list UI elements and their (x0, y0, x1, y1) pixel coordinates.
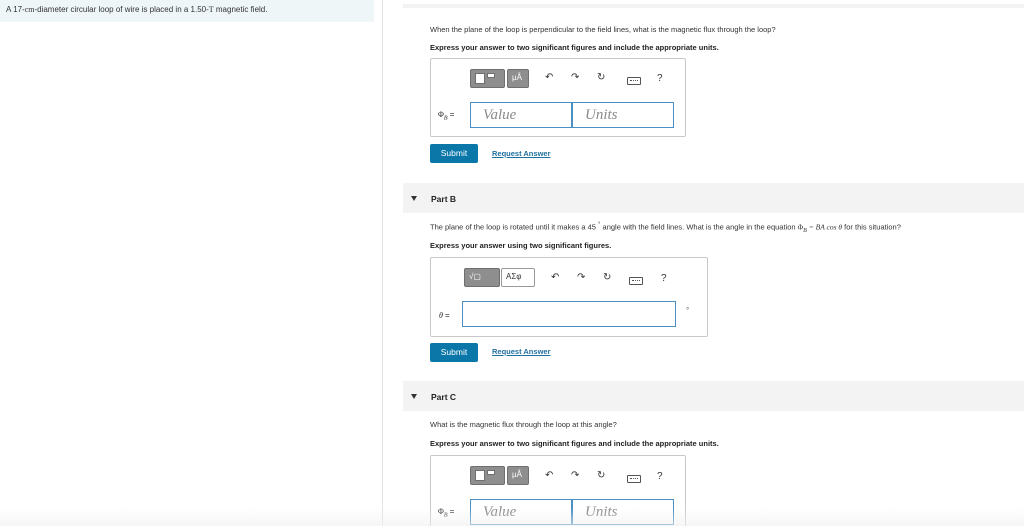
part-a-answer-box: µÅ ↶ ↷ ↻ ? ΦB = Value Units (430, 58, 686, 137)
part-a-request-answer-link[interactable]: Request Answer (492, 149, 551, 158)
templates-button[interactable] (470, 466, 505, 485)
part-c-title: Part C (431, 392, 457, 402)
undo-icon[interactable]: ↶ (545, 470, 553, 481)
part-c-caret-icon[interactable] (411, 394, 417, 399)
sqrt-icon: √▢ (469, 272, 481, 281)
keyboard-icon[interactable] (627, 475, 641, 483)
part-b-symbol: θ = (439, 311, 450, 320)
part-a-value-input[interactable]: Value (470, 102, 572, 128)
problem-panel: A 17-cm-diameter circular loop of wire i… (0, 0, 374, 22)
help-icon[interactable]: ? (661, 273, 667, 284)
part-b-answer-box: √▢ ΑΣφ ↶ ↷ ↻ ? θ = ° (430, 257, 708, 337)
mu-icon: µÅ (512, 470, 522, 479)
part-a-question: When the plane of the loop is perpendicu… (430, 25, 776, 34)
problem-text-middle: -diameter circular loop of wire is place… (34, 5, 209, 14)
part-b-header[interactable] (403, 183, 1024, 213)
help-icon[interactable]: ? (657, 73, 663, 84)
units-symbol-button[interactable]: µÅ (507, 69, 529, 88)
template-small-icon (487, 73, 495, 78)
problem-statement: A 17-cm-diameter circular loop of wire i… (6, 5, 267, 14)
part-b-title: Part B (431, 194, 457, 204)
sqrt-template-button[interactable]: √▢ (464, 268, 500, 287)
template-icon (475, 470, 485, 481)
part-b-caret-icon[interactable] (411, 196, 417, 201)
mu-icon: µÅ (512, 73, 522, 82)
part-a-instruction: Express your answer to two significant f… (430, 43, 719, 52)
redo-icon[interactable]: ↷ (571, 72, 579, 83)
reset-icon[interactable]: ↻ (597, 72, 605, 83)
keyboard-icon[interactable] (629, 277, 643, 285)
reset-icon[interactable]: ↻ (597, 470, 605, 481)
part-b-submit-button[interactable]: Submit (430, 343, 478, 362)
part-b-degree-unit: ° (686, 306, 690, 315)
part-b-request-answer-link[interactable]: Request Answer (492, 347, 551, 356)
part-c-symbol: ΦB = (438, 507, 455, 519)
redo-icon[interactable]: ↷ (571, 470, 579, 481)
part-a-units-input[interactable]: Units (572, 102, 674, 128)
part-c-question: What is the magnetic flux through the lo… (430, 420, 617, 429)
part-a-symbol: ΦB = (438, 110, 455, 122)
greek-icon: ΑΣφ (506, 272, 522, 281)
part-a-header-band (403, 4, 1024, 8)
templates-button[interactable] (470, 69, 505, 88)
part-c-header[interactable] (403, 381, 1024, 411)
part-b-angle-input[interactable] (462, 301, 676, 327)
part-c-value-input[interactable]: Value (470, 499, 572, 525)
problem-text-after: magnetic field. (213, 5, 268, 14)
part-a-submit-button[interactable]: Submit (430, 144, 478, 163)
part-c-units-input[interactable]: Units (572, 499, 674, 525)
template-small-icon (487, 470, 495, 475)
template-icon (475, 73, 485, 84)
undo-icon[interactable]: ↶ (545, 72, 553, 83)
part-b-question: The plane of the loop is rotated until i… (430, 222, 901, 234)
redo-icon[interactable]: ↷ (577, 272, 585, 283)
greek-symbols-button[interactable]: ΑΣφ (501, 268, 535, 287)
problem-unit-cm: cm (24, 5, 35, 14)
help-icon[interactable]: ? (657, 471, 663, 482)
units-symbol-button[interactable]: µÅ (507, 466, 529, 485)
part-c-instruction: Express your answer to two significant f… (430, 439, 719, 448)
undo-icon[interactable]: ↶ (551, 272, 559, 283)
part-b-instruction: Express your answer using two significan… (430, 241, 612, 250)
keyboard-icon[interactable] (627, 77, 641, 85)
reset-icon[interactable]: ↻ (603, 272, 611, 283)
panel-divider (382, 0, 383, 526)
problem-text-before: A 17- (6, 5, 25, 14)
part-c-answer-box: µÅ ↶ ↷ ↻ ? ΦB = Value Units (430, 455, 686, 526)
